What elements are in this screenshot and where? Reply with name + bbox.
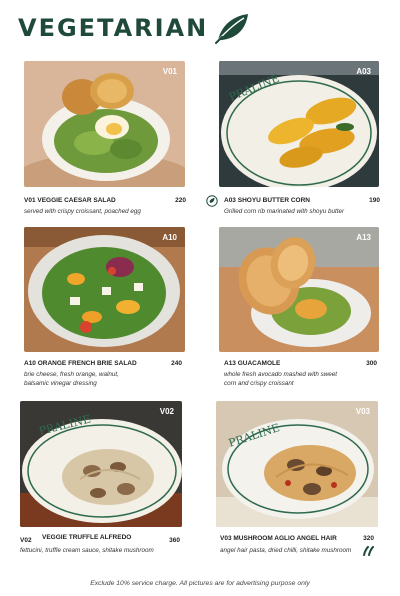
menu-item-name: V03 MUSHROOM AGLIO ANGEL HAIR	[220, 535, 337, 542]
menu-item-description: served with crispy croissant, poached eg…	[24, 208, 141, 215]
menu-item-price: 240	[171, 360, 182, 367]
photo-guacamole: A13	[219, 227, 379, 352]
menu-item-code: V02	[20, 537, 32, 544]
menu-item-description: brie cheese, fresh orange, walnut, balsa…	[24, 371, 119, 387]
photo-shoyu-butter-corn: PRALINE A03	[219, 61, 379, 187]
menu-item-price: 320	[363, 535, 374, 542]
chili-icon	[363, 546, 374, 556]
menu-header: VEGETARIAN	[18, 8, 252, 48]
photo-code-tag: A13	[356, 233, 371, 242]
menu-item-name: A10 ORANGE FRENCH BRIE SALAD	[24, 360, 137, 367]
menu-item-price: 220	[175, 197, 186, 204]
page-title: VEGETARIAN	[18, 14, 209, 42]
menu-item-description: whole fresh avocado mashed with sweet co…	[224, 371, 338, 387]
menu-item-price: 190	[369, 197, 380, 204]
menu-item-name: VEGGIE TRUFFLE ALFREDO	[42, 534, 132, 541]
photo-orange-brie-salad: A10	[24, 227, 185, 352]
menu-item-price: 360	[169, 537, 180, 544]
photo-code-tag: V03	[355, 407, 370, 416]
menu-item-description: angel hair pasta, dried chilli, shitake …	[220, 547, 352, 554]
photo-code-tag: A10	[162, 233, 177, 242]
vegan-badge-icon	[206, 195, 218, 207]
photo-veggie-truffle-alfredo: PRALINE V02	[20, 401, 182, 527]
footer-note: Exclude 10% service charge. All pictures…	[90, 580, 310, 587]
menu-item-description: fettucini, truffle cream sauce, shitake …	[20, 547, 154, 554]
photo-mushroom-aglio-angel-hair: PRALINE V03	[216, 401, 378, 527]
photo-code-tag: A03	[356, 67, 371, 76]
photo-veggie-caesar-salad: V01	[24, 61, 185, 187]
menu-item-price: 300	[366, 360, 377, 367]
menu-item-name: A03 SHOYU BUTTER CORN	[224, 197, 310, 204]
menu-item-description: Grilled corn rib marinated with shoyu bu…	[224, 208, 345, 215]
photo-code-tag: V01	[162, 67, 177, 76]
menu-item-name: A13 GUACAMOLE	[224, 360, 281, 367]
photo-code-tag: V02	[159, 407, 174, 416]
leaf-icon	[215, 14, 249, 44]
menu-item-name: V01 VEGGIE CAESAR SALAD	[24, 197, 116, 204]
